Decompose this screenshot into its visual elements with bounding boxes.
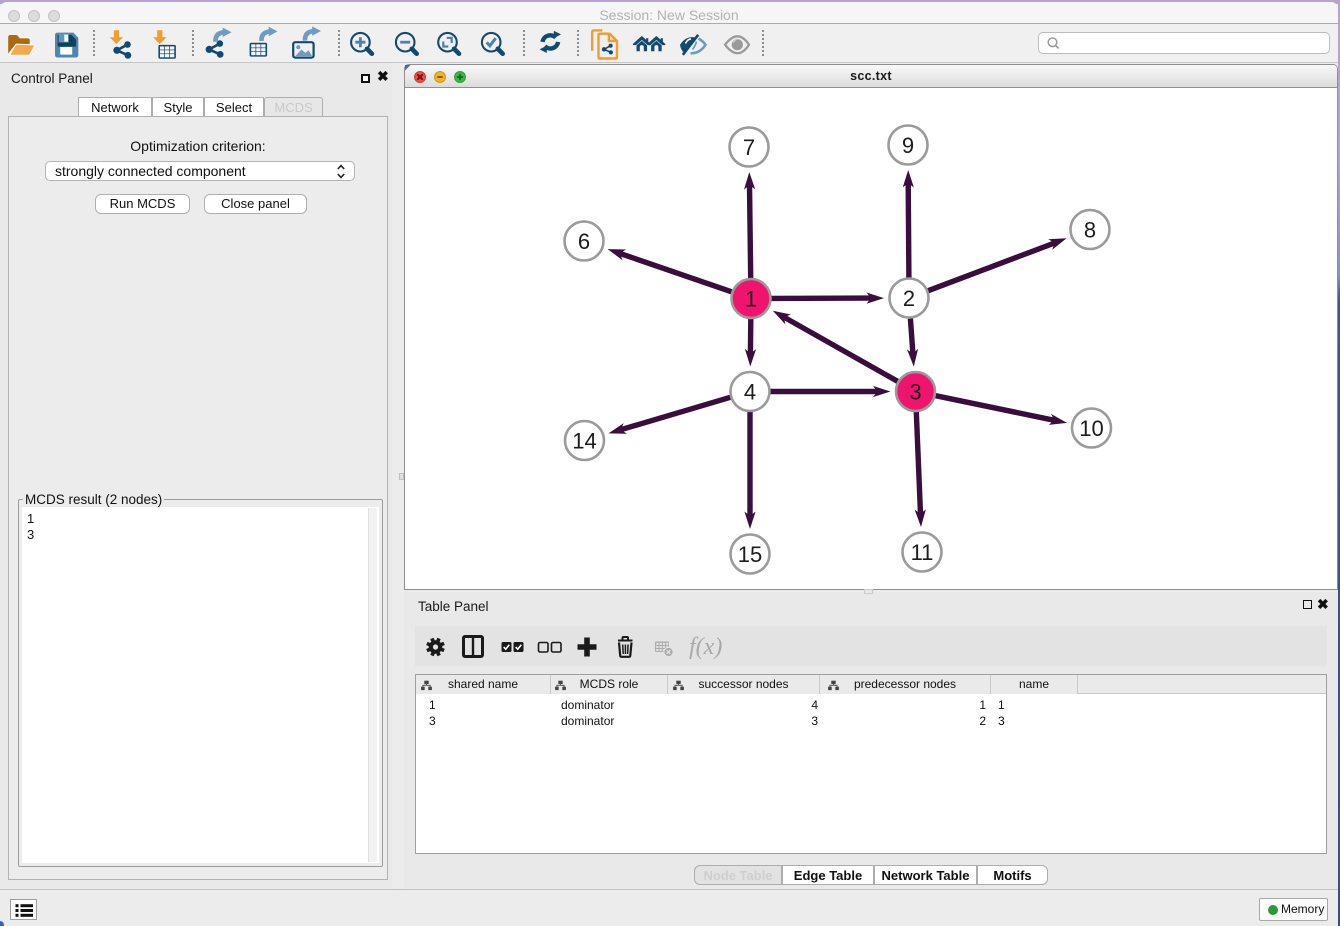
svg-text:15: 15 (738, 542, 762, 567)
svg-text:3: 3 (909, 380, 921, 405)
svg-text:11: 11 (911, 540, 934, 565)
svg-text:4: 4 (744, 380, 756, 405)
svg-text:6: 6 (578, 229, 590, 254)
svg-text:9: 9 (902, 133, 914, 158)
svg-text:14: 14 (572, 429, 596, 454)
svg-text:1: 1 (745, 287, 757, 312)
svg-text:2: 2 (903, 286, 915, 311)
svg-text:7: 7 (743, 135, 755, 160)
svg-text:10: 10 (1079, 416, 1103, 441)
svg-text:8: 8 (1084, 218, 1096, 243)
